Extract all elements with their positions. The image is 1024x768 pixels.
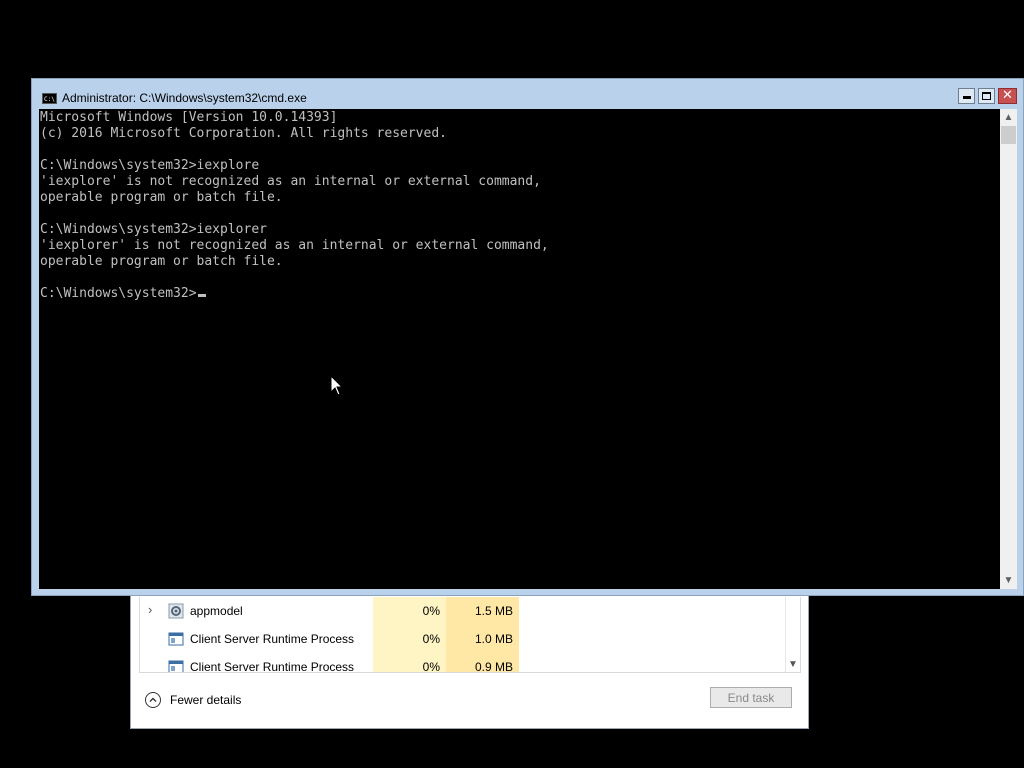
title-bar[interactable]: C:\ Administrator: C:\Windows\system32\c…	[32, 79, 1023, 109]
table-row[interactable]: Client Server Runtime Process 0% 0.9 MB	[140, 653, 788, 673]
scroll-thumb[interactable]	[1001, 126, 1016, 144]
chevron-down-icon[interactable]: ▼	[788, 660, 798, 670]
process-name: Client Server Runtime Process	[190, 660, 355, 673]
svg-text:C:\: C:\	[44, 96, 55, 103]
console-text: Microsoft Windows [Version 10.0.14393] (…	[40, 110, 549, 301]
close-icon: ✕	[1002, 88, 1013, 103]
end-task-button[interactable]: End task	[710, 687, 792, 708]
caption-buttons: ✕	[958, 88, 1017, 104]
console-scrollbar[interactable]: ▲ ▼	[1000, 109, 1017, 589]
maximize-icon	[982, 92, 991, 100]
chevron-up-icon	[145, 692, 161, 708]
cmd-icon: C:\	[42, 93, 57, 104]
memory-value: 1.0 MB	[446, 625, 519, 653]
table-row[interactable]: Client Server Runtime Process 0% 1.0 MB	[140, 625, 788, 653]
cmd-window: C:\ Administrator: C:\Windows\system32\c…	[31, 78, 1024, 596]
process-list[interactable]: › appmodel 0% 1.5 MB Client Server Runti…	[139, 597, 801, 673]
window-process-icon	[168, 660, 184, 672]
process-list-scrollbar[interactable]: ▼	[785, 597, 800, 672]
close-button[interactable]: ✕	[998, 88, 1017, 104]
task-manager-footer: Fewer details End task	[131, 673, 808, 728]
table-row[interactable]: › appmodel 0% 1.5 MB	[140, 597, 788, 625]
task-manager-window: › appmodel 0% 1.5 MB Client Server Runti…	[130, 586, 809, 729]
minimize-button[interactable]	[958, 88, 975, 104]
scroll-down-arrow-icon[interactable]: ▼	[1000, 572, 1017, 589]
process-name: Client Server Runtime Process	[190, 632, 355, 646]
window-process-icon	[168, 632, 184, 646]
memory-value: 0.9 MB	[446, 653, 519, 672]
maximize-button[interactable]	[978, 88, 995, 104]
process-name: appmodel	[190, 604, 243, 618]
chevron-right-icon[interactable]: ›	[148, 603, 160, 617]
console-output-area[interactable]: Microsoft Windows [Version 10.0.14393] (…	[39, 109, 1000, 589]
text-cursor	[197, 294, 206, 297]
fewer-details-label: Fewer details	[170, 693, 242, 707]
fewer-details-button[interactable]: Fewer details	[145, 689, 241, 711]
memory-value: 1.5 MB	[446, 597, 519, 625]
mouse-pointer-icon	[330, 375, 344, 396]
scroll-up-arrow-icon[interactable]: ▲	[1000, 109, 1017, 126]
minimize-icon	[963, 96, 971, 99]
window-title: Administrator: C:\Windows\system32\cmd.e…	[62, 91, 307, 105]
gear-icon	[168, 603, 184, 619]
cpu-value: 0%	[373, 653, 446, 672]
cpu-value: 0%	[373, 597, 446, 625]
cpu-value: 0%	[373, 625, 446, 653]
